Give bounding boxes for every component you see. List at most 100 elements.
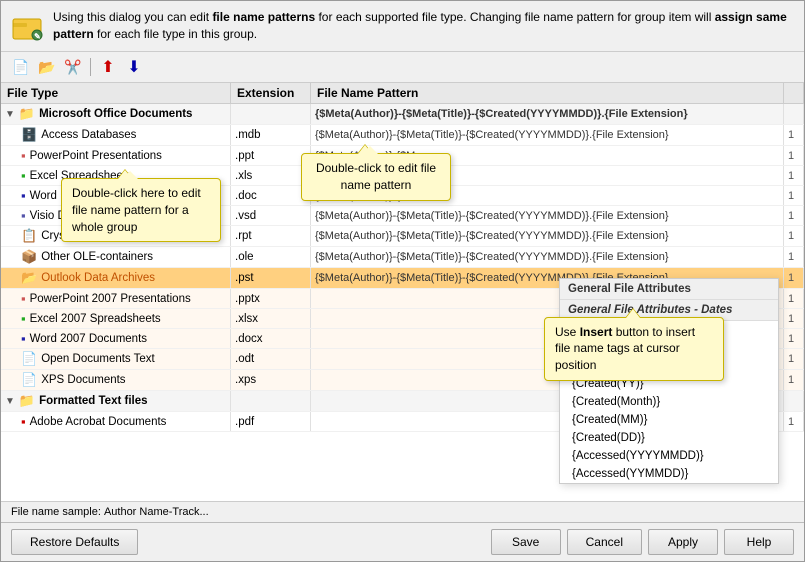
- cell-name: 📄 XPS Documents: [1, 370, 231, 390]
- dropdown-item[interactable]: {Accessed(YYYYMMDD)}: [560, 447, 778, 465]
- apply-button[interactable]: Apply: [648, 529, 718, 555]
- expand-icon: ▼: [5, 396, 15, 407]
- file-icon: 📄: [21, 372, 37, 388]
- cell-pattern: {$Meta(Author)}-{$Meta(Title)}-{$Created…: [311, 226, 784, 246]
- cell-name: ▪ Word 2007 Documents: [1, 329, 231, 348]
- file-icon: ▪: [21, 148, 26, 163]
- dropdown-menu[interactable]: General File Attributes General File Att…: [559, 278, 779, 484]
- cell-ext: .doc: [231, 186, 311, 205]
- delete-button[interactable]: ✂️: [61, 56, 85, 78]
- cell-name: 📦 Other OLE-containers: [1, 247, 231, 267]
- cell-ext: .odt: [231, 349, 311, 369]
- file-icon: ▪: [21, 414, 26, 429]
- callout-pattern: Double-click to edit file name pattern: [301, 153, 451, 201]
- cell-ext: .xps: [231, 370, 311, 390]
- cell-count: 1: [784, 309, 804, 328]
- cell-count: 1: [784, 186, 804, 205]
- cell-ext: [231, 104, 311, 124]
- file-icon: ▪: [21, 168, 26, 183]
- table-header: File Type Extension File Name Pattern: [1, 83, 804, 104]
- col-extension: Extension: [231, 83, 311, 103]
- toolbar-separator: [90, 58, 91, 76]
- cell-count: 1: [784, 349, 804, 369]
- button-bar: Restore Defaults Save Cancel Apply Help: [1, 522, 804, 561]
- cell-count: [784, 104, 804, 124]
- cell-name: ▪ PowerPoint 2007 Presentations: [1, 289, 231, 308]
- cell-pattern: {$Meta(Author)}-{$Meta(Title)}-{$Created…: [311, 247, 784, 267]
- table-row[interactable]: 📦 Other OLE-containers .ole {$Meta(Autho…: [1, 247, 804, 268]
- col-pattern: File Name Pattern: [311, 83, 784, 103]
- header-description: Using this dialog you can edit file name…: [53, 9, 794, 43]
- table-row[interactable]: ▼ 📁 Microsoft Office Documents {$Meta(Au…: [1, 104, 804, 125]
- dropdown-item[interactable]: {Created(Month)}: [560, 393, 778, 411]
- cell-count: 1: [784, 226, 804, 246]
- move-down-button[interactable]: ⬇: [122, 56, 146, 78]
- cell-ext: .xlsx: [231, 309, 311, 328]
- file-icon: 🗄️: [21, 127, 37, 143]
- cell-count: 1: [784, 370, 804, 390]
- cell-count: 1: [784, 268, 804, 288]
- expand-icon: ▼: [5, 109, 15, 120]
- file-name-sample-bar: File name sample: Author Name-Track...: [1, 501, 804, 522]
- cell-ext: .pst: [231, 268, 311, 288]
- file-icon: 📄: [21, 351, 37, 367]
- cell-count: 1: [784, 125, 804, 145]
- cell-count: 1: [784, 166, 804, 185]
- file-icon: ▪: [21, 311, 26, 326]
- callout-insert: Use Insert button to insert file name ta…: [544, 317, 724, 381]
- cell-pattern: {$Meta(Author)}-{$Meta(Title)}-{$Created…: [311, 125, 784, 145]
- cell-name: 🗄️ Access Databases: [1, 125, 231, 145]
- cell-name: 📄 Open Documents Text: [1, 349, 231, 369]
- cell-count: 1: [784, 329, 804, 348]
- file-icon: 📦: [21, 249, 37, 265]
- open-button[interactable]: 📂: [35, 56, 59, 78]
- cell-ext: .pdf: [231, 412, 311, 431]
- svg-text:✎: ✎: [34, 32, 41, 41]
- cell-pattern: {$Meta(Author)}-{$Meta(Title)}-{$Created…: [311, 104, 784, 124]
- cell-ext: [231, 391, 311, 411]
- dialog-icon: ✎: [11, 11, 43, 43]
- folder-icon: 📁: [19, 393, 35, 409]
- move-up-button[interactable]: ⬆: [96, 56, 120, 78]
- col-filetype: File Type: [1, 83, 231, 103]
- cell-ext: .vsd: [231, 206, 311, 225]
- restore-defaults-button[interactable]: Restore Defaults: [11, 529, 138, 555]
- file-icon: 📋: [21, 228, 37, 244]
- cell-pattern: {$Meta(Author)}-{$Meta(Title)}-{$Created…: [311, 206, 784, 225]
- main-dialog: ✎ Using this dialog you can edit file na…: [0, 0, 805, 562]
- cell-name: ▼ 📁 Microsoft Office Documents: [1, 104, 231, 124]
- cell-name: ▪ Excel 2007 Spreadsheets: [1, 309, 231, 328]
- cell-ext: .pptx: [231, 289, 311, 308]
- callout-group: Double-click here to edit file name patt…: [61, 178, 221, 242]
- cell-name: 📂 Outlook Data Archives: [1, 268, 231, 288]
- cell-count: 1: [784, 412, 804, 431]
- dropdown-item[interactable]: {Created(DD)}: [560, 429, 778, 447]
- file-icon: ▪: [21, 291, 26, 306]
- cell-count: [784, 391, 804, 411]
- cell-count: 1: [784, 206, 804, 225]
- cell-ext: .rpt: [231, 226, 311, 246]
- cell-ext: .mdb: [231, 125, 311, 145]
- cell-ext: .docx: [231, 329, 311, 348]
- content-area: File Type Extension File Name Pattern ▼ …: [1, 83, 804, 501]
- new-button[interactable]: 📄: [9, 56, 33, 78]
- table-row[interactable]: 🗄️ Access Databases .mdb {$Meta(Author)}…: [1, 125, 804, 146]
- folder-icon: 📁: [19, 106, 35, 122]
- help-button[interactable]: Help: [724, 529, 794, 555]
- cell-name: ▪ Adobe Acrobat Documents: [1, 412, 231, 431]
- cell-count: 1: [784, 289, 804, 308]
- cell-ext: .ole: [231, 247, 311, 267]
- cell-ext: .xls: [231, 166, 311, 185]
- file-icon: ▪: [21, 331, 26, 346]
- file-icon: 📂: [21, 270, 37, 286]
- save-button[interactable]: Save: [491, 529, 561, 555]
- file-icon: ▪: [21, 208, 26, 223]
- col-count: [784, 83, 804, 103]
- dropdown-item[interactable]: {Created(MM)}: [560, 411, 778, 429]
- cell-count: 1: [784, 247, 804, 267]
- cancel-button[interactable]: Cancel: [567, 529, 642, 555]
- header-bar: ✎ Using this dialog you can edit file na…: [1, 1, 804, 52]
- cell-count: 1: [784, 146, 804, 165]
- dropdown-item[interactable]: {Accessed(YYMMDD)}: [560, 465, 778, 483]
- dropdown-header-general: General File Attributes: [560, 279, 778, 300]
